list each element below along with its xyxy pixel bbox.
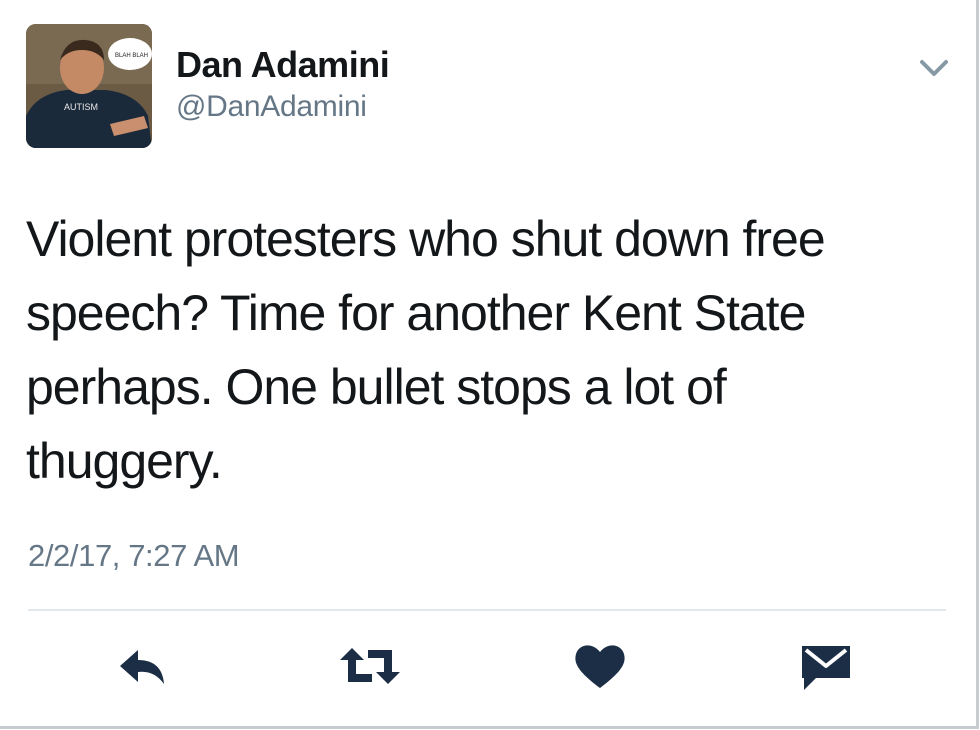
avatar-shirt-text: AUTISM: [64, 102, 98, 112]
avatar-bubble-text: BLAH BLAH: [115, 53, 148, 59]
reply-icon: [120, 650, 164, 684]
envelope-icon: [802, 646, 850, 690]
tweet-timestamp[interactable]: 2/2/17, 7:27 AM: [28, 538, 240, 574]
chevron-down-icon[interactable]: [916, 52, 952, 84]
avatar[interactable]: AUTISM BLAH BLAH: [26, 24, 152, 148]
profile-photo-icon: AUTISM BLAH BLAH: [26, 24, 152, 148]
retweet-icon: [340, 648, 400, 684]
direct-message-button[interactable]: [798, 640, 854, 692]
tweet-text: Violent protesters who shut down free sp…: [26, 211, 826, 489]
divider: [28, 609, 946, 611]
display-name[interactable]: Dan Adamini: [176, 44, 390, 86]
like-button[interactable]: [572, 640, 628, 692]
user-handle[interactable]: @DanAdamini: [176, 90, 367, 124]
retweet-button[interactable]: [338, 640, 402, 692]
reply-button[interactable]: [116, 640, 172, 692]
heart-icon: [575, 645, 625, 688]
tweet-card: AUTISM BLAH BLAH Dan Adamini @DanAdamini…: [0, 0, 979, 729]
